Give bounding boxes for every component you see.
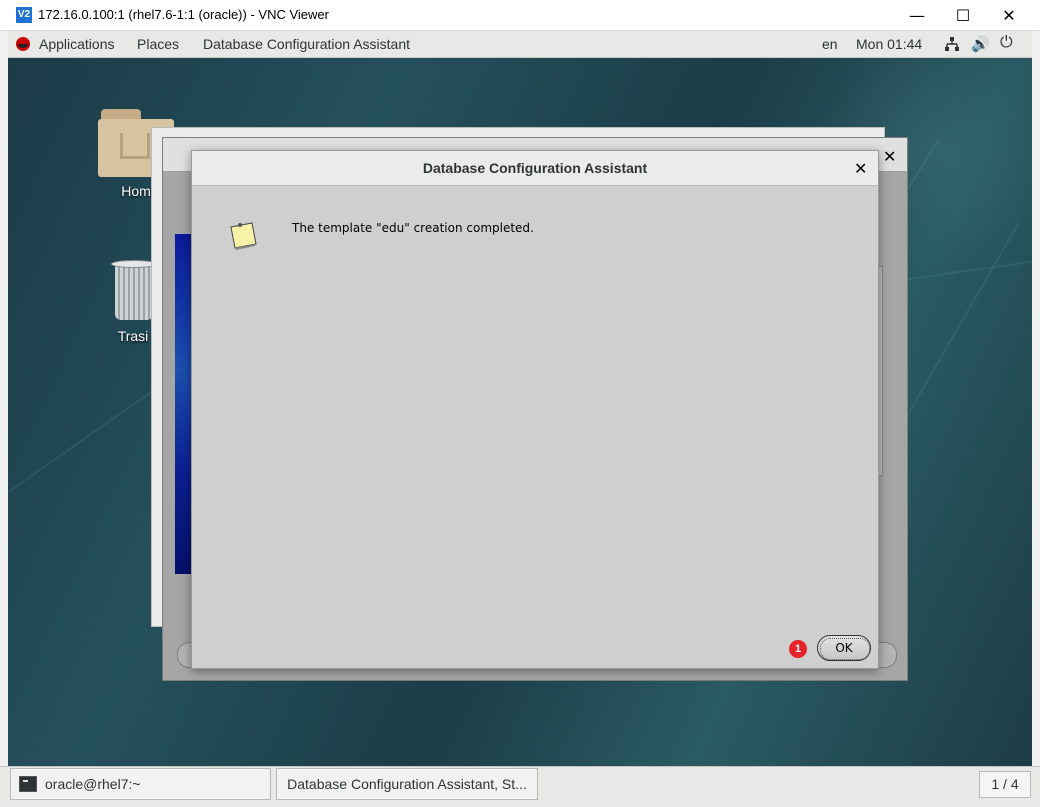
workspace-switcher[interactable]: 1 / 4 — [979, 771, 1031, 798]
gnome-top-bar: Applications Places Database Configurati… — [8, 31, 1032, 58]
vnc-logo-icon: V2 — [16, 7, 32, 23]
places-menu[interactable]: Places — [137, 36, 179, 52]
active-app-menu[interactable]: Database Configuration Assistant — [203, 36, 410, 52]
wallpaper-streak — [888, 260, 1032, 283]
dbca-main-close-button[interactable]: ✕ — [883, 147, 896, 167]
vnc-close-button[interactable]: ✕ — [986, 0, 1032, 31]
terminal-icon — [19, 776, 37, 792]
maximize-button[interactable]: ☐ — [940, 0, 986, 31]
volume-icon[interactable]: 🔊 — [971, 35, 990, 53]
step-badge: 1 — [789, 640, 807, 658]
trash-can-icon — [111, 256, 157, 322]
power-icon[interactable]: ⏻ — [1000, 34, 1013, 52]
vnc-window-title: 172.16.0.100:1 (rhel7.6-1:1 (oracle)) - … — [38, 7, 329, 22]
dialog-close-button[interactable]: ✕ — [854, 159, 867, 178]
vnc-titlebar: V2 172.16.0.100:1 (rhel7.6-1:1 (oracle))… — [0, 0, 1040, 31]
redhat-logo-icon — [16, 37, 30, 51]
bottom-taskbar: oracle@rhel7:~ Database Configuration As… — [0, 766, 1040, 807]
minimize-button[interactable]: — — [894, 0, 940, 31]
language-indicator[interactable]: en — [822, 36, 838, 52]
remote-desktop[interactable]: Applications Places Database Configurati… — [8, 31, 1032, 766]
clock[interactable]: Mon 01:44 — [856, 36, 922, 52]
dialog-titlebar: Database Configuration Assistant ✕ — [192, 151, 878, 186]
information-note-icon — [230, 222, 257, 250]
dialog-title: Database Configuration Assistant — [422, 160, 648, 176]
taskbar-dbca[interactable]: Database Configuration Assistant, St... — [276, 768, 538, 800]
dialog-message: The template "edu" creation completed. — [292, 221, 534, 235]
message-dialog: Database Configuration Assistant ✕ The t… — [191, 150, 879, 669]
taskbar-terminal-label: oracle@rhel7:~ — [45, 776, 141, 792]
taskbar-terminal[interactable]: oracle@rhel7:~ — [10, 768, 271, 800]
network-icon[interactable] — [944, 36, 960, 52]
ok-button[interactable]: OK — [817, 635, 871, 661]
applications-menu[interactable]: Applications — [39, 36, 115, 52]
